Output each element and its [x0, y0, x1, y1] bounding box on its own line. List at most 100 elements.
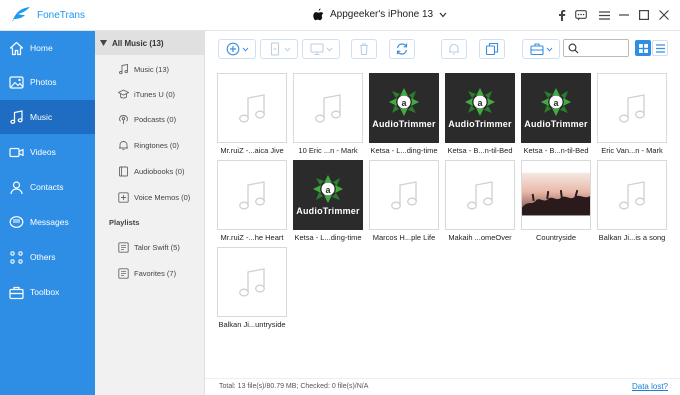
- music-note-icon: [119, 63, 129, 74]
- sidebar-item-label: Toolbox: [30, 287, 60, 297]
- track-caption: 10 Eric ...n - Mark: [298, 146, 358, 155]
- computer-export-icon: [309, 43, 324, 55]
- track-tile[interactable]: a AudioTrimmer Ketsa - L...ding-time: [293, 160, 363, 242]
- facebook-icon[interactable]: [555, 8, 569, 22]
- minimize-icon[interactable]: [617, 8, 631, 22]
- playlist-talor-swift[interactable]: Talor Swift (5): [118, 240, 180, 254]
- track-tile[interactable]: Eric Van...n - Mark: [597, 73, 667, 155]
- sidebar-item-music[interactable]: Music: [0, 100, 95, 134]
- category-label: Podcasts (0): [134, 114, 177, 124]
- refresh-icon: [396, 43, 408, 55]
- toolbox-dropdown-button[interactable]: [522, 39, 560, 59]
- track-tile[interactable]: Countryside: [521, 160, 591, 242]
- contacts-icon: [10, 180, 23, 194]
- list-view-button[interactable]: [652, 40, 668, 56]
- track-tile[interactable]: Marcos H...ple Life: [369, 160, 439, 242]
- category-podcasts[interactable]: Podcasts (0): [118, 112, 176, 126]
- copy-icon: [485, 42, 499, 56]
- refresh-button[interactable]: [389, 39, 415, 59]
- track-tile[interactable]: Mr.ruiZ -...he Heart: [217, 160, 287, 242]
- track-caption: Ketsa - L...ding-time: [370, 146, 438, 155]
- category-music[interactable]: Music (13): [118, 62, 169, 76]
- track-caption: Mr.ruiZ -...he Heart: [220, 233, 284, 242]
- track-thumbnail: [597, 160, 667, 230]
- track-caption: Mr.ruiZ -...aica Jive: [220, 146, 284, 155]
- sidebar-item-photos[interactable]: Photos: [0, 65, 95, 99]
- playlists-heading: Playlists: [109, 218, 140, 227]
- sidebar-item-label: Music: [30, 112, 53, 122]
- add-button[interactable]: [218, 39, 256, 59]
- data-lost-link[interactable]: Data lost?: [632, 382, 668, 391]
- music-note-icon: [239, 94, 265, 123]
- playlist-favorites[interactable]: Favorites (7): [118, 266, 176, 280]
- category-audiobooks[interactable]: Audiobooks (0): [118, 164, 184, 178]
- sidebar-item-home[interactable]: Home: [0, 31, 95, 65]
- device-selector[interactable]: Appgeeker's iPhone 13: [313, 8, 447, 21]
- music-note-icon: [467, 181, 493, 210]
- export-to-pc-button[interactable]: [302, 39, 340, 59]
- duplicate-button[interactable]: [479, 39, 505, 59]
- track-caption: Balkan Ji...is a song: [598, 233, 666, 242]
- sidebar-item-others[interactable]: Others: [0, 240, 95, 274]
- all-music-header[interactable]: All Music (13): [95, 31, 205, 55]
- ringtone-maker-button[interactable]: [441, 39, 467, 59]
- grid-view-button[interactable]: [635, 40, 651, 56]
- sidebar-item-videos[interactable]: Videos: [0, 135, 95, 169]
- search-box[interactable]: [563, 39, 629, 57]
- category-ringtones[interactable]: Ringtones (0): [118, 138, 179, 152]
- audiotrimmer-logo-icon: a: [313, 175, 343, 203]
- track-thumbnail: [217, 73, 287, 143]
- track-tile[interactable]: a AudioTrimmer Ketsa - B...n-til-Bed: [445, 73, 515, 155]
- add-icon: [226, 42, 239, 56]
- sidebar-item-toolbox[interactable]: Toolbox: [0, 275, 95, 309]
- category-itunes-u[interactable]: iTunes U (0): [118, 87, 175, 101]
- concert-photo-icon: [522, 161, 590, 229]
- podcast-icon: [119, 114, 128, 124]
- track-tile[interactable]: a AudioTrimmer Ketsa - L...ding-time: [369, 73, 439, 155]
- sidebar-item-label: Others: [30, 252, 56, 262]
- track-tile[interactable]: Balkan Ji...is a song: [597, 160, 667, 242]
- delete-button[interactable]: [351, 39, 377, 59]
- audiotrimmer-logo-icon: a: [541, 88, 571, 116]
- main-sidebar: Home Photos Music Videos Contacts Messag…: [0, 31, 95, 395]
- artwork-label: AudioTrimmer: [524, 119, 588, 129]
- audiotrimmer-logo-icon: a: [465, 88, 495, 116]
- track-artwork: a AudioTrimmer: [293, 160, 363, 230]
- artwork-label: AudioTrimmer: [296, 206, 360, 216]
- category-voice-memos[interactable]: Voice Memos (0): [118, 190, 190, 204]
- sidebar-item-messages[interactable]: Messages: [0, 205, 95, 239]
- all-music-label: All Music (13): [112, 38, 164, 48]
- maximize-icon[interactable]: [637, 8, 651, 22]
- track-tile[interactable]: Makaih ...omeOver: [445, 160, 515, 242]
- itunes-u-icon: [118, 88, 129, 98]
- track-thumbnail: [597, 73, 667, 143]
- track-tile[interactable]: Balkan Ji...untryside: [217, 247, 287, 329]
- bell-icon: [119, 140, 128, 150]
- apple-icon: [313, 8, 324, 21]
- close-icon[interactable]: [657, 8, 671, 22]
- sidebar-item-label: Home: [30, 43, 53, 53]
- list-icon: [655, 43, 665, 53]
- export-to-device-button[interactable]: [260, 39, 298, 59]
- track-artwork: a AudioTrimmer: [445, 73, 515, 143]
- sidebar-item-label: Messages: [30, 217, 69, 227]
- track-artwork: a AudioTrimmer: [521, 73, 591, 143]
- search-input[interactable]: [583, 41, 627, 55]
- track-caption: Ketsa - L...ding-time: [294, 233, 362, 242]
- chevron-down-icon: [284, 47, 290, 52]
- category-label: Ringtones (0): [134, 140, 180, 150]
- home-icon: [9, 41, 24, 55]
- track-tile[interactable]: a AudioTrimmer Ketsa - B...n-til-Bed: [521, 73, 591, 155]
- sidebar-item-contacts[interactable]: Contacts: [0, 170, 95, 204]
- status-summary: Total: 13 file(s)/80.79 MB; Checked: 0 f…: [219, 383, 369, 390]
- track-caption: Balkan Ji...untryside: [218, 320, 286, 329]
- menu-icon[interactable]: [597, 8, 611, 22]
- artwork-label: AudioTrimmer: [448, 119, 512, 129]
- track-tile[interactable]: Mr.ruiZ -...aica Jive: [217, 73, 287, 155]
- track-tile[interactable]: 10 Eric ...n - Mark: [293, 73, 363, 155]
- chevron-down-icon: [439, 12, 447, 17]
- artwork-label: AudioTrimmer: [372, 119, 436, 129]
- track-caption: Countryside: [535, 233, 577, 242]
- sidebar-item-label: Photos: [30, 77, 57, 87]
- chat-icon[interactable]: [574, 8, 588, 22]
